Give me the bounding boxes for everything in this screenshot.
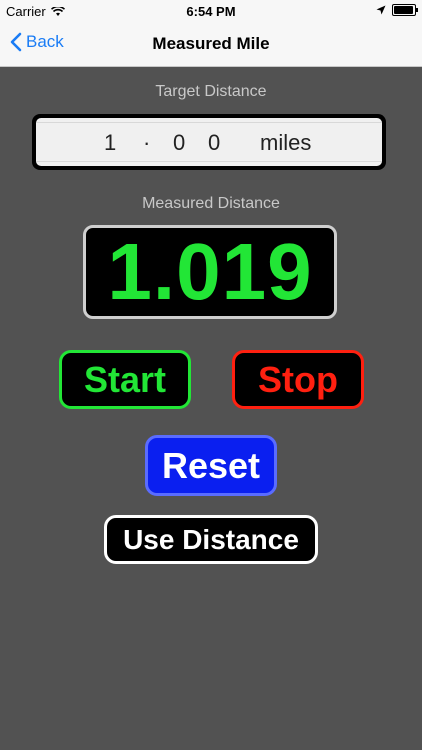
- target-distance-picker[interactable]: 1 · 0 0 miles: [32, 114, 386, 170]
- location-arrow-icon: [376, 5, 386, 15]
- use-distance-button[interactable]: Use Distance: [104, 515, 318, 564]
- picker-digit-tenths[interactable]: 0: [173, 130, 185, 156]
- picker-bottom-divider: [36, 161, 382, 162]
- main-content: Target Distance 1 · 0 0 miles Measured D…: [0, 67, 422, 750]
- status-bar: Carrier 6:54 PM: [0, 0, 422, 22]
- status-time: 6:54 PM: [186, 4, 236, 19]
- picker-wheel[interactable]: 1 · 0 0 miles: [36, 118, 382, 166]
- reset-button[interactable]: Reset: [145, 435, 277, 496]
- picker-unit[interactable]: miles: [260, 130, 311, 156]
- battery-icon: [392, 4, 418, 16]
- picker-digit-hundredths[interactable]: 0: [208, 130, 220, 156]
- target-distance-label: Target Distance: [155, 83, 267, 100]
- picker-digit-ones[interactable]: 1: [104, 130, 116, 156]
- start-button[interactable]: Start: [59, 350, 191, 409]
- measured-distance-value: 1.019: [107, 227, 313, 316]
- measured-distance-display: 1.019: [83, 225, 337, 319]
- page-title: Measured Mile: [152, 34, 270, 53]
- battery-fill: [394, 6, 413, 14]
- picker-top-divider: [36, 122, 382, 123]
- stop-button[interactable]: Stop: [232, 350, 364, 409]
- navigation-bar: Back Measured Mile: [0, 22, 422, 67]
- measured-distance-label: Measured Distance: [142, 195, 280, 212]
- picker-decimal-point: ·: [143, 130, 151, 155]
- status-right: [376, 4, 418, 16]
